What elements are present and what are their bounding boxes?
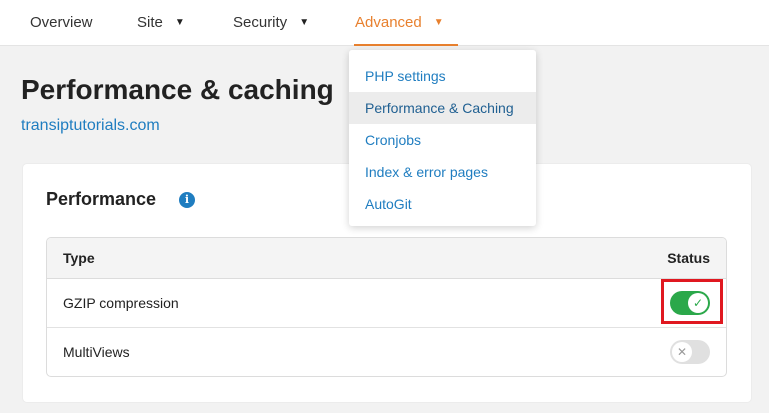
row-type-label: MultiViews xyxy=(63,344,130,360)
multiviews-toggle[interactable]: ✕ xyxy=(670,340,710,364)
nav-site-label: Site xyxy=(137,14,163,31)
nav-site[interactable]: Site ▼ xyxy=(137,0,185,46)
chevron-down-icon: ▼ xyxy=(433,17,444,28)
top-navigation: Overview Site ▼ Security ▼ Advanced ▼ xyxy=(0,0,769,46)
column-header-status: Status xyxy=(667,250,710,266)
close-icon: ✕ xyxy=(672,342,692,362)
nav-advanced-label: Advanced xyxy=(355,14,422,31)
nav-overview-label: Overview xyxy=(30,14,93,31)
row-type-label: GZIP compression xyxy=(63,295,179,311)
menu-item-performance-caching[interactable]: Performance & Caching xyxy=(349,92,536,124)
menu-item-index-error-pages[interactable]: Index & error pages xyxy=(349,156,536,188)
menu-item-autogit[interactable]: AutoGit xyxy=(349,188,536,220)
page-title: Performance & caching xyxy=(21,74,334,105)
table-header: Type Status xyxy=(47,238,726,279)
check-icon: ✓ xyxy=(688,293,708,313)
performance-table: Type Status GZIP compression ✓ MultiView… xyxy=(46,237,727,377)
domain-link[interactable]: transiptutorials.com xyxy=(21,117,160,135)
menu-item-php-settings[interactable]: PHP settings xyxy=(349,60,536,92)
gzip-compression-toggle[interactable]: ✓ xyxy=(670,291,710,315)
table-row: GZIP compression ✓ xyxy=(47,279,726,328)
nav-security-label: Security xyxy=(233,14,288,31)
column-header-type: Type xyxy=(63,250,95,266)
advanced-dropdown-menu: PHP settings Performance & Caching Cronj… xyxy=(349,50,536,226)
table-row: MultiViews ✕ xyxy=(47,328,726,376)
card-title: Performance xyxy=(46,189,157,209)
chevron-down-icon: ▼ xyxy=(174,17,185,28)
info-icon[interactable]: i xyxy=(179,192,195,208)
nav-security[interactable]: Security ▼ xyxy=(233,0,309,46)
chevron-down-icon: ▼ xyxy=(299,17,310,28)
menu-item-cronjobs[interactable]: Cronjobs xyxy=(349,124,536,156)
nav-overview[interactable]: Overview xyxy=(30,0,93,46)
nav-advanced[interactable]: Advanced ▼ xyxy=(354,0,458,46)
